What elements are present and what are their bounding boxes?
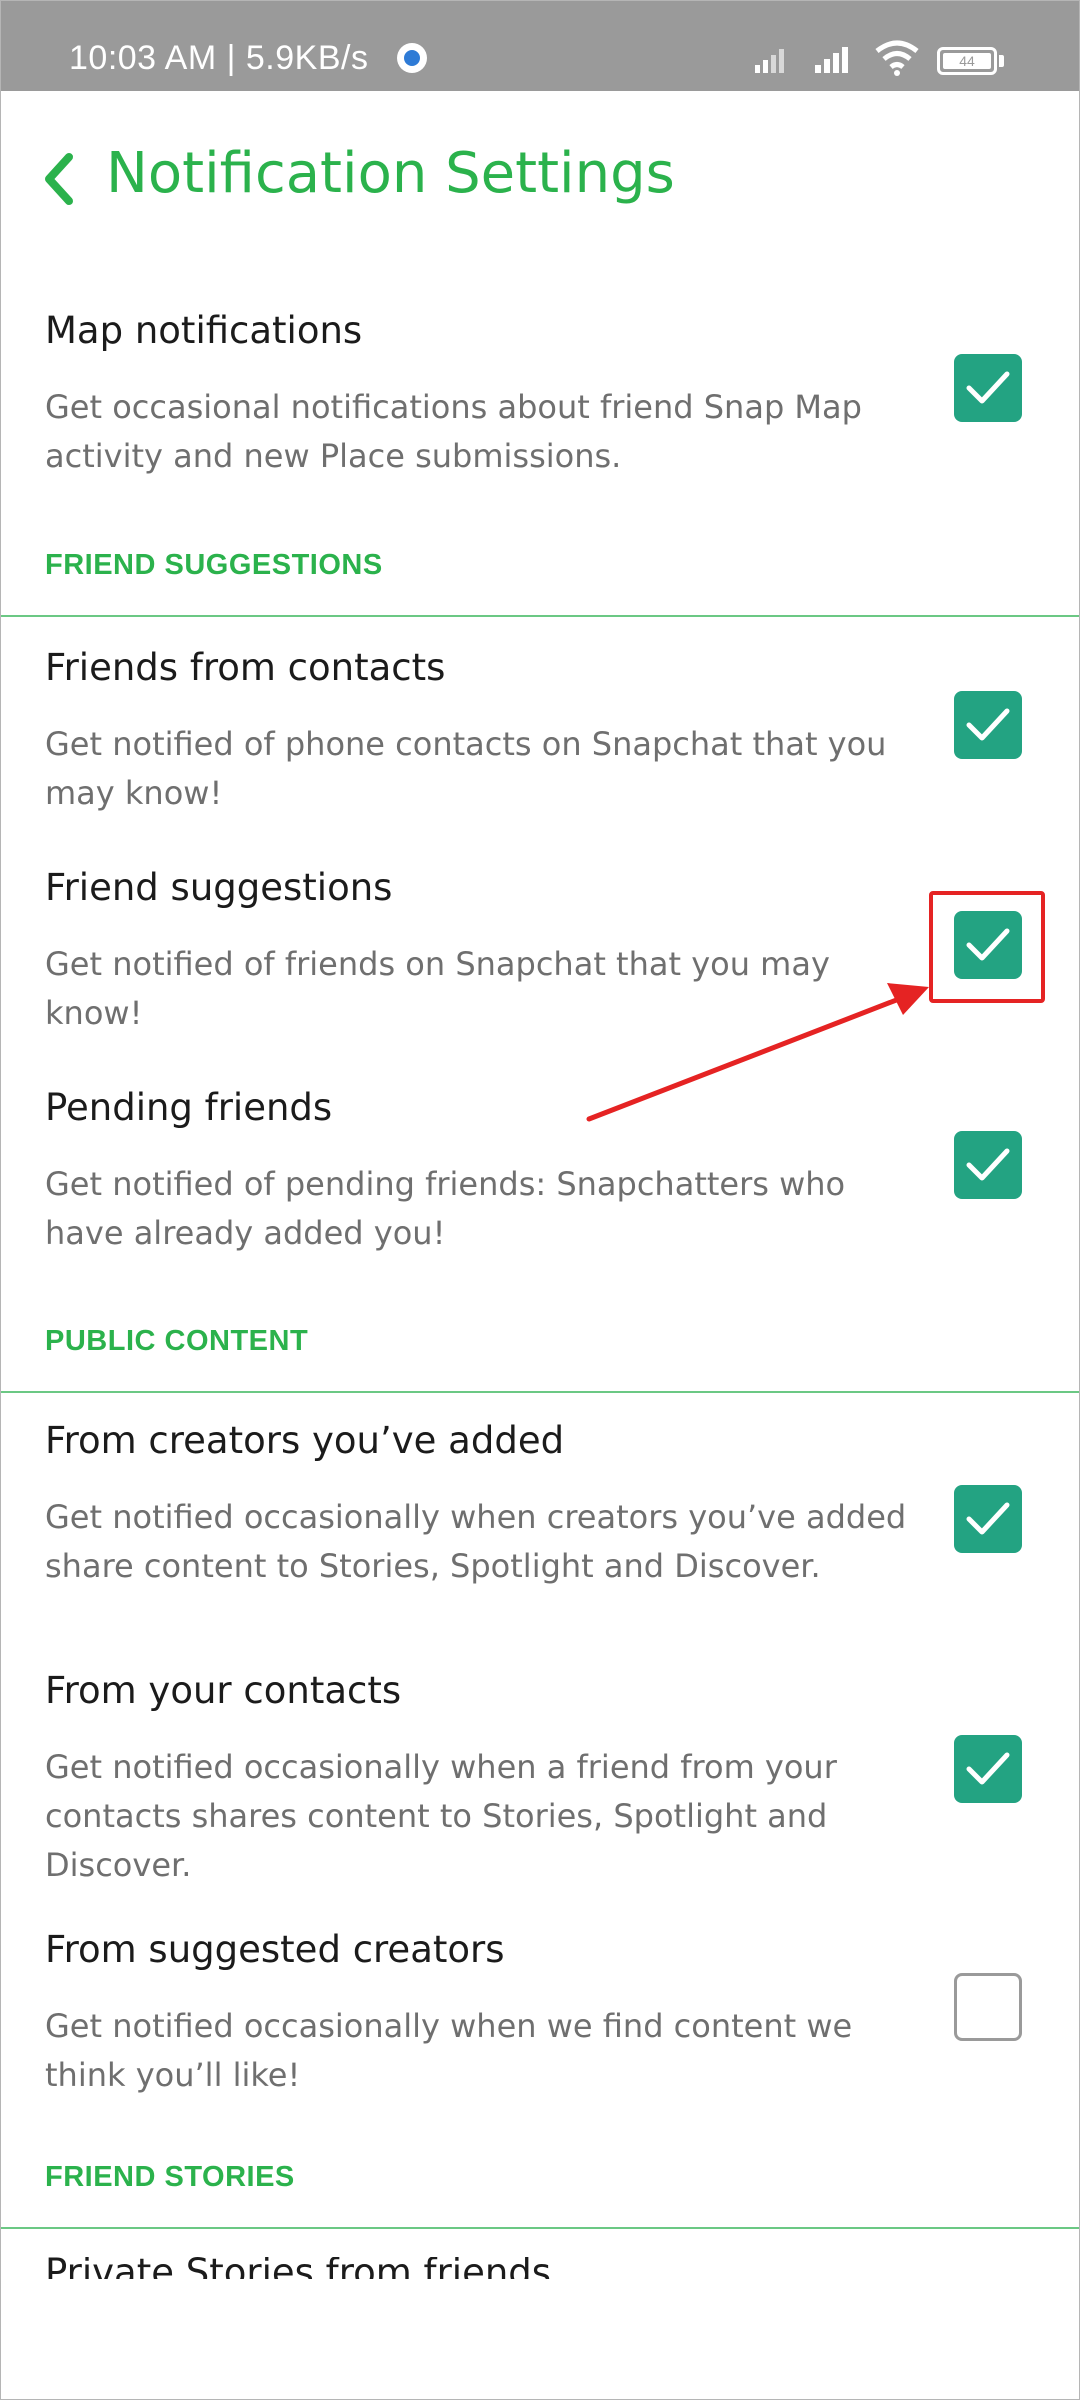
checkmark-icon	[966, 1752, 1010, 1785]
setting-title: Pending friends	[45, 1086, 333, 1129]
setting-description: Get notified occasionally when we find c…	[45, 2007, 853, 2094]
page-title: Notification Settings	[106, 141, 675, 206]
wifi-icon	[875, 40, 919, 76]
battery-tip	[999, 55, 1004, 67]
setting-description: Get notified occasionally when a friend …	[45, 1748, 837, 1884]
back-chevron-icon[interactable]	[37, 149, 83, 209]
setting-title: Map notifications	[45, 309, 363, 352]
setting-title: From suggested creators	[45, 1928, 505, 1971]
setting-description: Get notified of phone contacts on Snapch…	[45, 725, 887, 812]
section-public-content: PUBLIC CONTENT	[45, 1325, 309, 1357]
annotation-highlight-box	[929, 891, 1045, 1003]
annotation-arrow-icon	[586, 983, 929, 1122]
setting-description: Get occasional notifications about frien…	[45, 388, 862, 475]
divider	[1, 2227, 1079, 2229]
signal-icon	[755, 49, 784, 73]
checkbox-from-your-contacts[interactable]	[954, 1735, 1022, 1803]
checkmark-icon	[966, 1502, 1010, 1535]
section-friend-stories: FRIEND STORIES	[45, 2161, 295, 2193]
setting-title: From your contacts	[45, 1669, 402, 1712]
divider	[1, 1391, 1079, 1393]
setting-title: Friends from contacts	[45, 646, 446, 689]
battery-icon: 44	[937, 47, 997, 75]
setting-description: Get notified of pending friends: Snapcha…	[45, 1165, 846, 1252]
checkmark-icon	[966, 371, 1010, 404]
setting-title: From creators you’ve added	[45, 1419, 565, 1462]
setting-description: Get notified occasionally when creators …	[45, 1498, 907, 1585]
app-notification-icon	[397, 43, 427, 73]
status-bar: 10:03 AM | 5.9KB/s 44	[1, 1, 1079, 91]
checkbox-from-suggested-creators[interactable]	[954, 1973, 1022, 2041]
checkmark-icon	[966, 708, 1010, 741]
battery-level: 44	[943, 53, 991, 69]
checkbox-map-notifications[interactable]	[954, 354, 1022, 422]
status-time-speed: 10:03 AM | 5.9KB/s	[69, 39, 369, 77]
checkbox-friends-from-contacts[interactable]	[954, 691, 1022, 759]
section-friend-suggestions: FRIEND SUGGESTIONS	[45, 549, 383, 581]
checkmark-icon	[966, 1148, 1010, 1181]
partial-setting-title: Private Stories from friends	[45, 2257, 745, 2279]
screen: 10:03 AM | 5.9KB/s 44 Notification Setti…	[0, 0, 1080, 2400]
divider	[1, 615, 1079, 617]
partial-setting-title-text: Private Stories from friends	[45, 2257, 552, 2279]
signal-icon-2	[815, 47, 848, 73]
checkbox-pending-friends[interactable]	[954, 1131, 1022, 1199]
checkbox-from-creators-added[interactable]	[954, 1485, 1022, 1553]
setting-title: Friend suggestions	[45, 866, 393, 909]
header: Notification Settings	[1, 91, 1079, 251]
